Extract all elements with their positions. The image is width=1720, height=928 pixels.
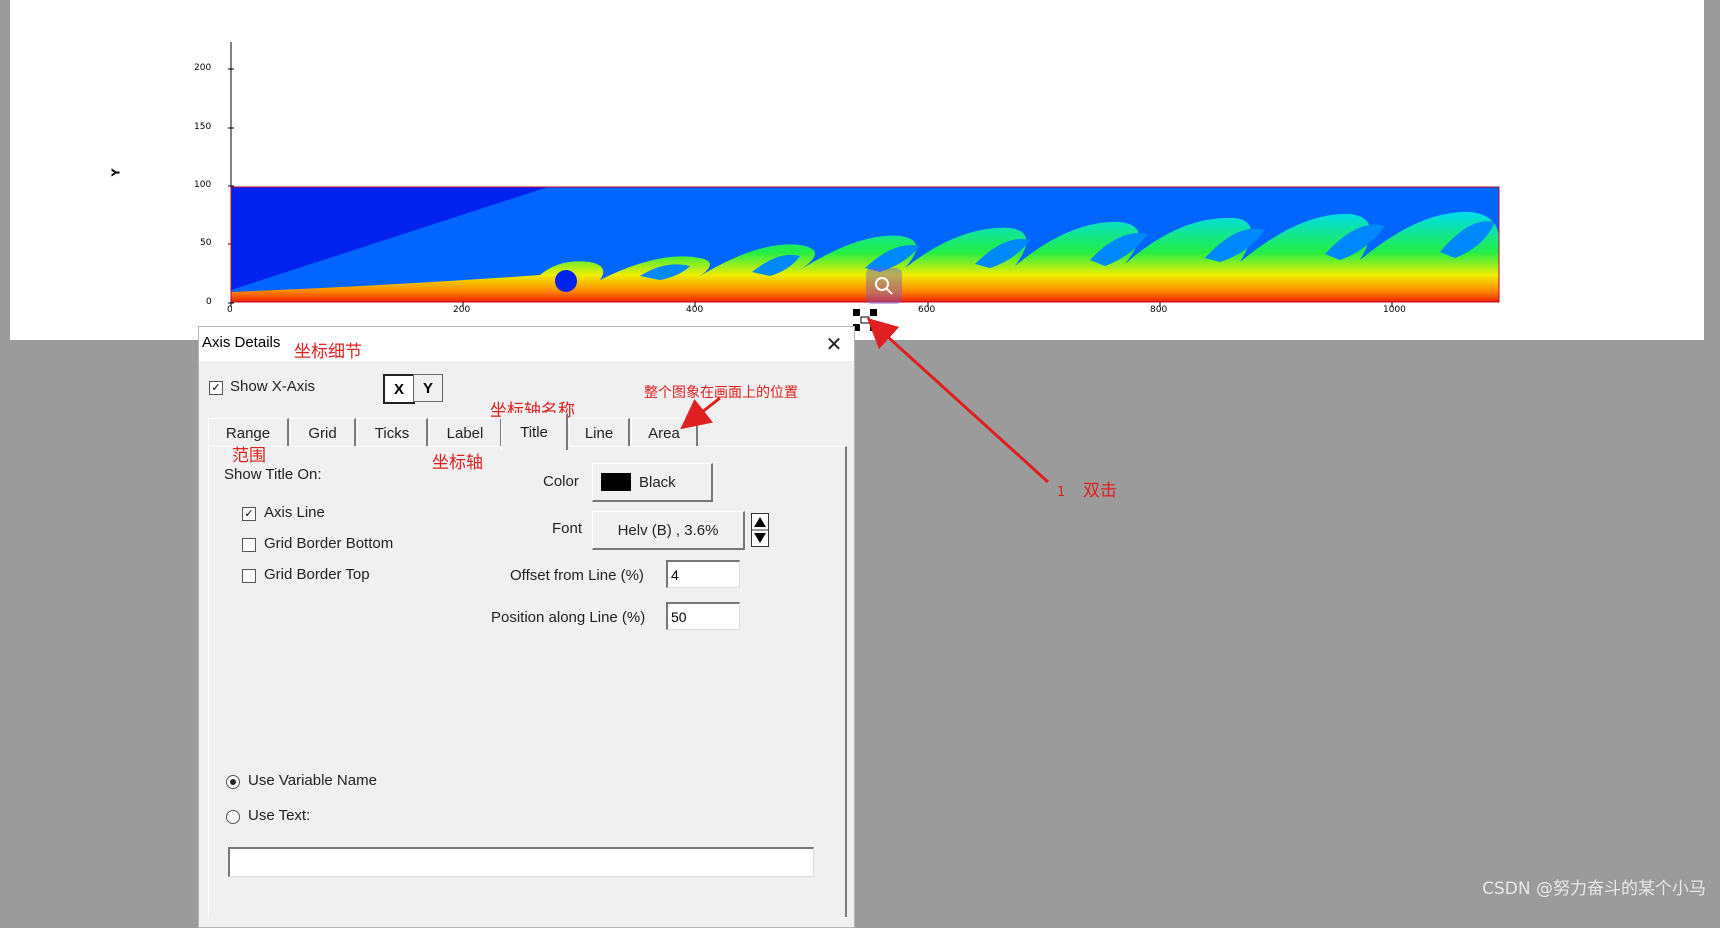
y-axis-button[interactable]: Y [413, 374, 443, 402]
show-axis-label: Show X-Axis [230, 378, 316, 395]
annotation-double-click: 双击 [1083, 481, 1117, 501]
use-text-label: Use Text: [248, 807, 311, 824]
annotation-axis-details: 坐标细节 [294, 342, 362, 362]
velocity-field [231, 187, 1499, 302]
offset-label: Offset from Line (%) [510, 567, 644, 584]
title-text-input[interactable] [228, 847, 814, 877]
contour-plot [228, 42, 1500, 307]
show-axis-checkbox[interactable]: ✓ [209, 381, 223, 395]
axis-drag-handle-icon[interactable] [853, 309, 877, 331]
x-axis-button[interactable]: X [383, 374, 415, 404]
x-tick-label: 200 [453, 305, 471, 315]
tab-line[interactable]: Line [569, 418, 630, 447]
position-label: Position along Line (%) [491, 609, 646, 626]
color-value: Black [639, 473, 676, 491]
color-swatch [601, 473, 631, 491]
double-click-arrow [866, 317, 1050, 484]
use-variable-name-radio[interactable] [226, 775, 240, 789]
tab-grid[interactable]: Grid [290, 418, 356, 447]
x-tick-label: 600 [918, 305, 936, 315]
tab-ticks[interactable]: Ticks [357, 418, 428, 447]
offset-input[interactable] [666, 560, 740, 588]
y-tick-label: 0 [206, 297, 212, 307]
annotation-label: 坐标轴 [432, 453, 483, 473]
x-tick-label: 800 [1150, 305, 1168, 315]
cylinder-obstacle [555, 270, 577, 292]
font-size-spinner[interactable] [751, 513, 769, 547]
color-button[interactable]: Black [592, 463, 713, 502]
axis-line-checkbox[interactable]: ✓ [242, 507, 256, 521]
tab-area[interactable]: Area [631, 418, 698, 447]
watermark: CSDN @努力奋斗的某个小马 [1482, 879, 1706, 899]
show-title-on-label: Show Title On: [224, 466, 322, 483]
y-axis-title: Y [109, 168, 123, 177]
grid-border-top-checkbox[interactable] [242, 569, 256, 583]
grid-border-top-label: Grid Border Top [264, 566, 370, 583]
close-icon[interactable]: ✕ [822, 332, 846, 356]
x-tick-label: 400 [686, 305, 704, 315]
position-input[interactable] [666, 602, 740, 630]
tab-title[interactable]: Title [501, 413, 568, 450]
annotation-step-number: 1 [1057, 485, 1066, 500]
grid-border-bottom-checkbox[interactable] [242, 538, 256, 552]
use-variable-name-label: Use Variable Name [248, 772, 377, 789]
x-tick-label: 0 [227, 305, 233, 315]
font-button[interactable]: Helv (B) , 3.6% [592, 511, 745, 550]
annotation-area-note: 整个图象在画面上的位置 [644, 385, 798, 401]
grid-border-bottom-label: Grid Border Bottom [264, 535, 394, 552]
color-label: Color [543, 473, 579, 490]
y-tick-label: 150 [194, 122, 212, 132]
dialog-title: Axis Details [202, 334, 281, 351]
font-label: Font [552, 520, 583, 537]
y-tick-label: 200 [194, 63, 212, 73]
axis-line-label: Axis Line [264, 504, 325, 521]
use-text-radio[interactable] [226, 810, 240, 824]
tab-label[interactable]: Label [429, 418, 502, 447]
y-tick-label: 100 [194, 180, 212, 190]
zoom-icon[interactable] [866, 268, 902, 304]
annotation-range: 范围 [232, 446, 266, 466]
x-tick-label: 1000 [1383, 305, 1406, 315]
y-tick-label: 50 [200, 238, 212, 248]
